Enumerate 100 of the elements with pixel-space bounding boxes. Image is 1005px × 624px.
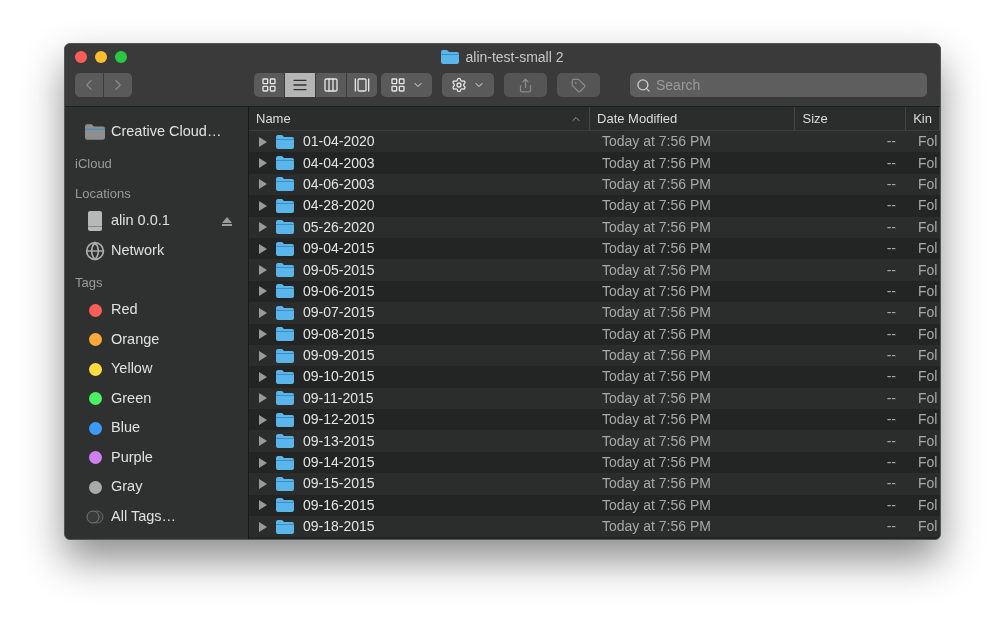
disclosure-triangle-icon[interactable]	[259, 329, 267, 340]
file-row[interactable]: 09-05-2015 Today at 7:56 PM -- Fol	[249, 259, 940, 281]
disclosure-triangle-icon[interactable]	[259, 222, 267, 233]
sidebar-item[interactable]: Creative Cloud…	[65, 117, 248, 147]
column-header[interactable]: Name	[249, 107, 591, 130]
disclosure-triangle-icon[interactable]	[259, 500, 267, 511]
sidebar-item[interactable]: Orange	[65, 325, 248, 355]
search-field[interactable]: Search	[630, 73, 927, 97]
folder-icon	[276, 412, 294, 427]
file-size: --	[886, 346, 896, 366]
sidebar-heading: Tags	[74, 274, 104, 292]
file-name: 09-18-2015	[303, 517, 375, 537]
disclosure-triangle-icon[interactable]	[259, 436, 267, 447]
date-modified: Today at 7:56 PM	[601, 324, 712, 344]
sidebar-item[interactable]: Blue	[65, 413, 248, 443]
file-size: --	[886, 153, 896, 173]
close-button[interactable]	[75, 51, 87, 63]
file-name: 09-08-2015	[303, 324, 375, 344]
group-button[interactable]	[381, 73, 432, 97]
view-mode-button[interactable]	[347, 73, 377, 97]
icons-view-icon	[261, 77, 277, 93]
disclosure-triangle-icon[interactable]	[259, 243, 267, 254]
folder-icon	[276, 455, 294, 470]
file-row[interactable]: 09-18-2015 Today at 7:56 PM -- Fol	[249, 516, 940, 538]
date-modified: Today at 7:56 PM	[601, 153, 712, 173]
date-modified: Today at 7:56 PM	[601, 495, 712, 515]
column-header[interactable]: Kin	[906, 107, 940, 130]
view-mode-button[interactable]	[254, 73, 284, 97]
file-size: --	[886, 431, 896, 451]
sidebar-item[interactable]: Red	[65, 295, 248, 325]
column-header[interactable]: Date Modified	[590, 107, 796, 130]
disclosure-triangle-icon[interactable]	[259, 457, 267, 468]
file-row[interactable]: 09-07-2015 Today at 7:56 PM -- Fol	[249, 302, 940, 324]
file-row[interactable]: 09-13-2015 Today at 7:56 PM -- Fol	[249, 430, 940, 452]
file-row[interactable]: 09-15-2015 Today at 7:56 PM -- Fol	[249, 473, 940, 495]
sidebar-item[interactable]: Yellow	[65, 354, 248, 384]
file-kind: Fol	[917, 260, 939, 280]
disclosure-triangle-icon[interactable]	[259, 179, 267, 190]
file-kind: Fol	[917, 281, 939, 301]
folder-icon	[276, 498, 294, 513]
file-size: --	[886, 303, 896, 323]
disclosure-triangle-icon[interactable]	[259, 393, 267, 404]
date-modified: Today at 7:56 PM	[601, 239, 712, 259]
disclosure-triangle-icon[interactable]	[259, 521, 267, 532]
disclosure-triangle-icon[interactable]	[259, 372, 267, 382]
file-row[interactable]: 05-26-2020 Today at 7:56 PM -- Fol	[249, 216, 940, 238]
action-button[interactable]	[442, 73, 494, 97]
folder-icon	[276, 519, 294, 534]
tags-button[interactable]	[557, 73, 600, 97]
file-kind: Fol	[917, 303, 939, 323]
folder-icon	[276, 134, 294, 149]
folder-icon	[276, 241, 294, 256]
sidebar-item[interactable]: Gray	[65, 472, 248, 502]
file-name: 05-26-2020	[303, 217, 375, 237]
share-button[interactable]	[504, 73, 547, 97]
file-kind: Fol	[917, 153, 939, 173]
file-size: --	[886, 324, 896, 344]
file-row[interactable]: 09-11-2015 Today at 7:56 PM -- Fol	[249, 387, 940, 410]
zoom-button[interactable]	[115, 51, 127, 63]
disclosure-triangle-icon[interactable]	[259, 478, 267, 489]
disclosure-triangle-icon[interactable]	[259, 307, 267, 318]
view-mode-button[interactable]	[316, 73, 346, 97]
search-icon	[636, 77, 651, 93]
file-name: 09-15-2015	[303, 474, 375, 494]
folder-icon	[276, 263, 294, 278]
tags-icon	[86, 509, 104, 524]
sidebar-item[interactable]: Green	[65, 384, 248, 414]
disclosure-triangle-icon[interactable]	[259, 414, 267, 425]
file-size: --	[886, 174, 896, 194]
file-row[interactable]: 09-09-2015 Today at 7:56 PM -- Fol	[249, 344, 940, 367]
eject-icon[interactable]	[222, 216, 232, 226]
sidebar-item[interactable]: Network	[65, 236, 248, 266]
column-header[interactable]: Size	[795, 107, 907, 130]
window-title: alin-test-small 2	[465, 47, 564, 67]
minimize-button[interactable]	[95, 51, 107, 63]
file-kind: Fol	[917, 324, 939, 344]
file-row[interactable]: 01-04-2020 Today at 7:56 PM -- Fol	[249, 131, 940, 153]
folder-icon	[276, 198, 294, 213]
disclosure-triangle-icon[interactable]	[259, 200, 267, 211]
file-name: 09-13-2015	[303, 431, 375, 451]
date-modified: Today at 7:56 PM	[601, 453, 712, 473]
disclosure-triangle-icon[interactable]	[259, 158, 267, 169]
disclosure-triangle-icon[interactable]	[259, 136, 267, 147]
sidebar-item[interactable]: All Tags…	[65, 502, 248, 532]
sidebar-heading: iCloud	[74, 155, 113, 173]
view-mode-button[interactable]	[285, 73, 315, 97]
disclosure-triangle-icon[interactable]	[259, 265, 267, 276]
sidebar-item[interactable]: Purple	[65, 443, 248, 473]
sidebar-item[interactable]: alin 0.0.1	[65, 206, 248, 236]
disclosure-triangle-icon[interactable]	[259, 286, 267, 297]
file-kind: Fol	[917, 517, 939, 537]
file-row[interactable]: 04-06-2003 Today at 7:56 PM -- Fol	[249, 173, 940, 196]
file-size: --	[886, 410, 896, 430]
file-name: 04-28-2020	[303, 196, 375, 216]
drive-icon	[88, 211, 102, 232]
file-size: --	[886, 367, 896, 387]
file-name: 09-09-2015	[303, 346, 375, 366]
date-modified: Today at 7:56 PM	[601, 303, 712, 323]
date-modified: Today at 7:56 PM	[601, 410, 712, 430]
disclosure-triangle-icon[interactable]	[259, 350, 267, 361]
